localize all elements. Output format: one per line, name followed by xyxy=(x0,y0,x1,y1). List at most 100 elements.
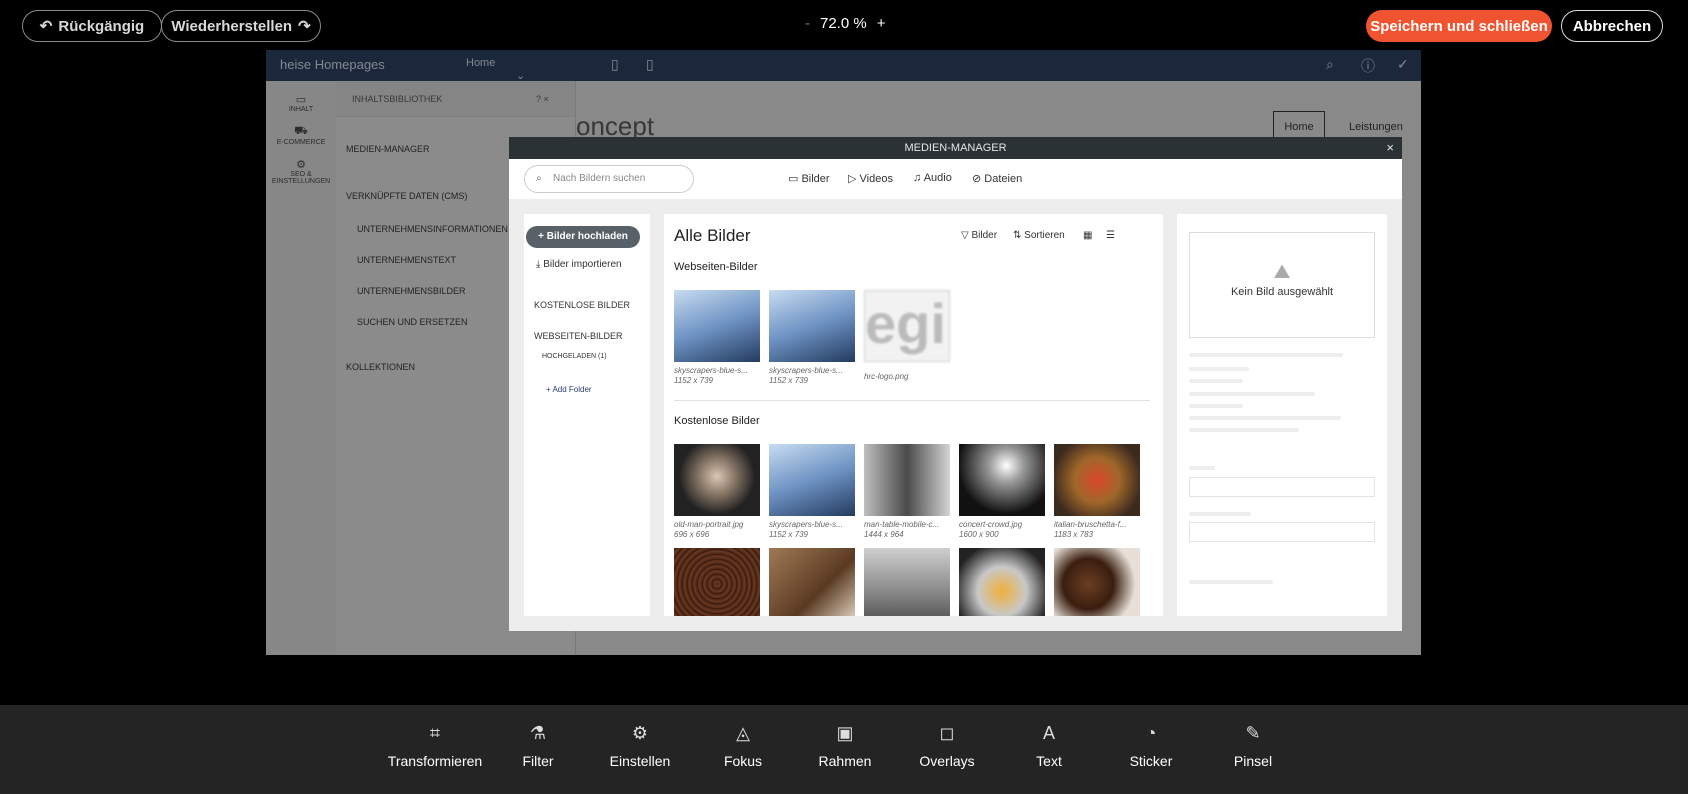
divider xyxy=(674,400,1150,401)
list-view-icon: ☰ xyxy=(1106,230,1115,241)
thumb-skyscrapers-3 xyxy=(769,444,855,516)
grid-view-icon: ▦ xyxy=(1083,230,1093,241)
close-icon: × xyxy=(1386,140,1394,155)
thumb-caption: concert-crowd.jpg 1600 x 900 xyxy=(959,520,1045,540)
tool-label: Rahmen xyxy=(818,753,872,769)
thumb-dessert xyxy=(959,548,1045,616)
thumb-caption: old-man-portrait.jpg 696 x 696 xyxy=(674,520,760,540)
crop-icon: ⌗ xyxy=(429,723,441,743)
thumb-name: old-man-portrait.jpg xyxy=(674,520,744,529)
tool-einstellen[interactable]: ⚙ Einstellen xyxy=(590,723,690,769)
web-images-heading: Webseiten-Bilder xyxy=(674,261,758,273)
media-manager-title-bar: MEDIEN-MANAGER × xyxy=(509,137,1402,159)
top-bar: ↶ Rückgängig Wiederherstellen ↷ - 72.0 % +… xyxy=(0,0,1688,50)
folder-free-images: KOSTENLOSE BILDER xyxy=(534,300,631,310)
media-manager-title: MEDIEN-MANAGER xyxy=(904,142,1007,154)
filter-button: ▽ Bilder xyxy=(961,230,998,241)
thumb-name: man-table-mobile-c... xyxy=(864,520,940,529)
folder-uploaded: HOCHGELADEN (1) xyxy=(542,353,607,360)
zoom-value: 72.0 % xyxy=(820,15,867,32)
free-images-heading: Kostenlose Bilder xyxy=(674,415,760,427)
tab-label: Dateien xyxy=(984,173,1023,185)
drop-icon: ◬ xyxy=(736,723,750,743)
tool-fokus[interactable]: ◬ Fokus xyxy=(693,723,793,769)
media-manager-dialog: MEDIEN-MANAGER × ⌕ Nach Bildern suchen ▭ B… xyxy=(509,137,1402,631)
tool-rahmen[interactable]: ▣ Rahmen xyxy=(795,723,895,769)
placeholder-line xyxy=(1189,392,1315,396)
placeholder-line xyxy=(1189,512,1251,516)
placeholder-field xyxy=(1189,522,1375,542)
zoom-control: - 72.0 % + xyxy=(805,15,885,32)
tool-label: Sticker xyxy=(1129,753,1173,769)
image-placeholder-icon: ⛰ xyxy=(1273,261,1291,283)
thumb-name: skyscrapers-blue-s... xyxy=(769,366,843,375)
brush-icon: ✎ xyxy=(1245,723,1261,743)
sort-label: Sortieren xyxy=(1024,230,1065,241)
tool-transformieren[interactable]: ⌗ Transformieren xyxy=(385,723,485,769)
tool-overlays[interactable]: ◻ Overlays xyxy=(897,723,997,769)
upload-images-button: + Bilder hochladen xyxy=(526,226,640,248)
sticker-icon: ◔ xyxy=(1145,723,1157,743)
tab-label: Audio xyxy=(923,172,952,184)
thumb-size: 696 x 696 xyxy=(674,530,710,539)
tool-sticker[interactable]: ◔ Sticker xyxy=(1101,723,1201,769)
placeholder-line xyxy=(1189,428,1299,432)
zoom-out-button[interactable]: - xyxy=(805,15,810,32)
thumb-skyscrapers-2 xyxy=(769,290,855,362)
tool-label: Filter xyxy=(522,753,554,769)
placeholder-line xyxy=(1189,466,1215,470)
media-search-input: ⌕ Nach Bildern suchen xyxy=(524,165,694,193)
thumb-street xyxy=(864,548,950,616)
import-label: Bilder importieren xyxy=(543,259,622,270)
tool-pinsel[interactable]: ✎ Pinsel xyxy=(1203,723,1303,769)
undo-label: Rückgängig xyxy=(58,17,145,35)
import-images-button: ⤓ Bilder importieren xyxy=(536,259,622,270)
thumb-skyscrapers-1 xyxy=(674,290,760,362)
thumb-size: 1183 x 783 xyxy=(1054,530,1093,539)
undo-button[interactable]: ↶ Rückgängig xyxy=(22,10,162,42)
media-toolbar: ⌕ Nach Bildern suchen ▭ Bilder ▷ Videos ♫… xyxy=(509,159,1402,199)
thumb-name: hrc-logo.png xyxy=(864,372,909,381)
search-placeholder: Nach Bildern suchen xyxy=(553,173,646,184)
folder-web-images: WEBSEITEN-BILDER xyxy=(534,331,623,341)
thumb-man-table xyxy=(864,444,950,516)
all-images-heading: Alle Bilder xyxy=(674,226,751,245)
thumb-name: skyscrapers-blue-s... xyxy=(674,366,748,375)
placeholder-line xyxy=(1189,580,1273,584)
thumb-caption: man-table-mobile-c... 1444 x 964 xyxy=(864,520,950,540)
thumb-size: 1152 x 739 xyxy=(769,376,808,385)
tab-label: Videos xyxy=(859,173,893,185)
placeholder-line xyxy=(1189,404,1243,408)
tool-label: Overlays xyxy=(919,753,975,769)
adjust-icon: ⚙ xyxy=(631,723,649,743)
tab-label: Bilder xyxy=(801,173,830,185)
zoom-in-button[interactable]: + xyxy=(877,15,886,32)
tab-dateien: ⊘ Dateien xyxy=(972,173,1023,185)
tool-label: Pinsel xyxy=(1233,753,1273,769)
tool-label: Einstellen xyxy=(609,753,671,769)
thumb-concert xyxy=(959,444,1045,516)
tool-label: Fokus xyxy=(723,753,763,769)
cancel-button[interactable]: Abbrechen xyxy=(1561,10,1663,42)
placeholder-line xyxy=(1189,416,1341,420)
folder-panel: + Bilder hochladen ⤓ Bilder importieren … xyxy=(524,214,650,616)
undo-icon: ↶ xyxy=(39,18,53,35)
no-image-box: ⛰ Kein Bild ausgewählt xyxy=(1189,232,1375,338)
tool-text[interactable]: A Text xyxy=(999,723,1099,769)
thumb-size: 1600 x 900 xyxy=(959,530,999,539)
save-close-button[interactable]: Speichern und schließen xyxy=(1366,10,1552,42)
placeholder-line xyxy=(1189,367,1249,371)
thumb-name: skyscrapers-blue-s... xyxy=(769,520,843,529)
placeholder-line xyxy=(1189,379,1243,383)
sort-button: ⇅ Sortieren xyxy=(1013,230,1065,241)
tool-filter[interactable]: ⚗ Filter xyxy=(488,723,588,769)
thumb-caption: skyscrapers-blue-s... 1152 x 739 xyxy=(674,366,760,386)
thumb-coffee xyxy=(674,548,760,616)
filter-label: Bilder xyxy=(971,230,998,241)
redo-button[interactable]: Wiederherstellen ↷ xyxy=(161,10,321,42)
no-image-text: Kein Bild ausgewählt xyxy=(1230,286,1334,298)
placeholder-line xyxy=(1189,353,1343,357)
thumb-size: 1444 x 964 xyxy=(864,530,904,539)
tool-label: Transformieren xyxy=(387,753,483,769)
redo-label: Wiederherstellen xyxy=(171,17,293,35)
